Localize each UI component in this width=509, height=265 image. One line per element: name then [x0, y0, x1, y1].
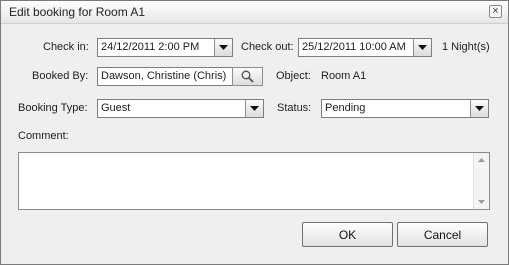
booked-by-field[interactable]: Dawson, Christine (Chris) — [97, 67, 233, 86]
booking-type-label: Booking Type: — [18, 102, 88, 114]
check-in-label: Check in: — [43, 41, 89, 53]
nights-count: 1 Night(s) — [442, 41, 490, 53]
check-out-value: 25/12/2011 10:00 AM — [302, 41, 406, 53]
booking-type-dropdown[interactable]: Guest — [97, 99, 264, 118]
close-icon: × — [492, 5, 499, 17]
check-in-dropdown[interactable]: 24/12/2011 2:00 PM — [97, 38, 233, 57]
object-value: Room A1 — [321, 70, 367, 82]
status-dropdown[interactable]: Pending — [321, 99, 489, 118]
search-person-button[interactable] — [232, 67, 263, 86]
check-in-value: 24/12/2011 2:00 PM — [101, 41, 200, 53]
comment-scrollbar[interactable] — [473, 153, 489, 209]
title-bar: Edit booking for Room A1 × — [1, 1, 508, 24]
booked-by-label: Booked By: — [32, 70, 89, 82]
edit-booking-dialog: Edit booking for Room A1 × Check in: 24/… — [0, 0, 509, 265]
scroll-down-icon[interactable] — [478, 200, 485, 204]
cancel-button[interactable]: Cancel — [397, 222, 488, 247]
chevron-down-icon[interactable] — [245, 100, 263, 117]
chevron-down-icon[interactable] — [413, 39, 431, 56]
chevron-down-icon[interactable] — [470, 100, 488, 117]
status-label: Status: — [277, 102, 312, 114]
magnifier-icon — [241, 70, 254, 83]
booking-type-value: Guest — [101, 102, 131, 114]
chevron-down-icon[interactable] — [214, 39, 232, 56]
comment-textarea[interactable] — [18, 152, 490, 210]
booked-by-value: Dawson, Christine (Chris) — [101, 70, 227, 82]
check-out-dropdown[interactable]: 25/12/2011 10:00 AM — [298, 38, 432, 57]
scroll-up-icon[interactable] — [478, 158, 485, 162]
status-value: Pending — [325, 102, 366, 114]
ok-button[interactable]: OK — [302, 222, 393, 247]
close-button[interactable]: × — [489, 5, 502, 18]
object-label: Object: — [276, 70, 311, 82]
dialog-title: Edit booking for Room A1 — [9, 5, 146, 19]
check-out-label: Check out: — [241, 41, 294, 53]
comment-label: Comment: — [18, 130, 69, 142]
